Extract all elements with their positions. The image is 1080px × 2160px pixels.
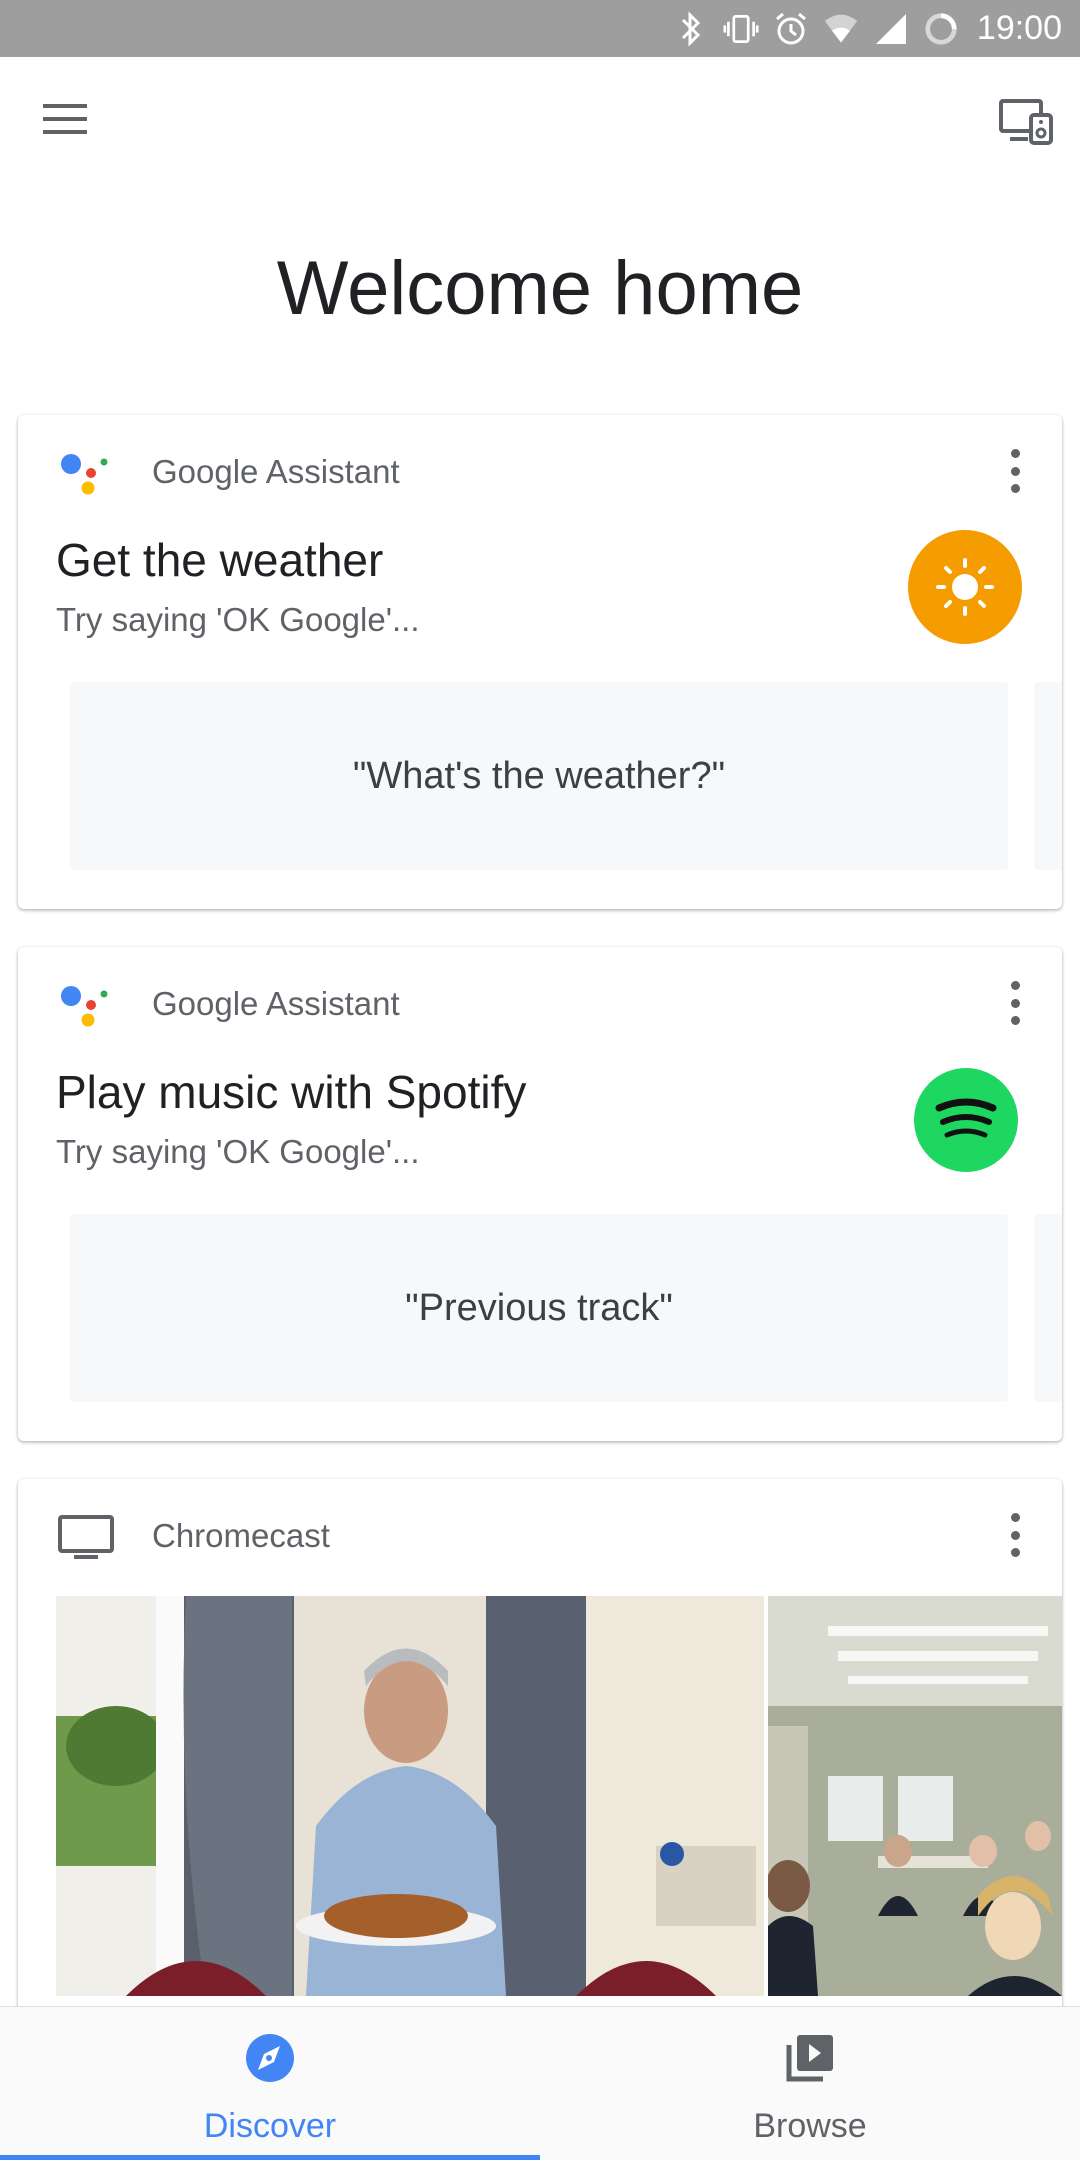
nav-label-browse: Browse [753,2107,867,2145]
card-more-button[interactable] [1008,981,1022,1025]
suggestion-chip[interactable]: "Previous track" [70,1214,1008,1402]
wifi-icon [823,11,859,47]
devices-button[interactable] [998,97,1054,145]
thumbnail-image [768,1596,1062,1996]
content-thumbnail[interactable] [768,1596,1062,1996]
google-assistant-icon [61,986,108,1027]
video-library-icon [786,2035,833,2082]
assistant-card-weather[interactable]: Google Assistant Get the weather Try say… [18,415,1062,909]
more-vert-icon [1010,981,1020,990]
status-bar: 19:00 [0,0,1080,57]
card-more-button[interactable] [1008,1513,1022,1557]
nav-browse[interactable]: Browse [540,2007,1080,2160]
assistant-card-spotify[interactable]: Google Assistant Play music with Spotify… [18,947,1062,1441]
google-assistant-icon [61,454,108,495]
cell-signal-icon [873,11,909,47]
vibrate-icon [723,11,759,47]
weather-badge [908,530,1022,644]
card-more-button[interactable] [1008,449,1022,493]
next-suggestion-chip[interactable] [1034,1214,1062,1402]
card-title: Play music with Spotify [56,1066,527,1118]
sun-icon [936,558,994,616]
card-source-label: Google Assistant [152,985,400,1022]
card-source-label: Google Assistant [152,453,400,490]
hamburger-menu-icon [43,104,87,134]
nav-label-discover: Discover [203,2107,337,2145]
thumbnail-image [56,1596,764,1996]
app-bar [0,57,1080,187]
devices-speaker-icon [999,99,1053,145]
content-thumbnail[interactable] [56,1596,764,1996]
spotify-icon [935,1098,997,1138]
page-title: Welcome home [276,246,804,331]
spotify-badge [914,1068,1018,1172]
card-header: Chromecast [18,1479,1062,1589]
card-header: Google Assistant [18,947,1062,1057]
card-title: Get the weather [56,534,384,586]
status-time: 19:00 [976,9,1062,47]
card-subtitle: Try saying 'OK Google'... [56,1133,420,1170]
card-subtitle: Try saying 'OK Google'... [56,601,420,638]
active-tab-indicator [0,2155,540,2160]
more-vert-icon [1010,1513,1020,1522]
chromecast-card[interactable]: Chromecast [18,1479,1062,2019]
compass-icon [246,2034,294,2082]
bluetooth-icon [673,10,709,47]
suggestion-chip[interactable]: "What's the weather?" [70,682,1008,870]
nav-discover[interactable]: Discover [0,2007,540,2160]
bottom-navigation: Discover Browse [0,2006,1080,2160]
card-source-label: Chromecast [152,1517,330,1554]
more-vert-icon [1010,449,1020,458]
alarm-icon [773,11,809,47]
tv-icon [58,1515,114,1559]
card-header: Google Assistant [18,415,1062,525]
next-suggestion-chip[interactable] [1034,682,1062,870]
menu-button[interactable] [40,99,90,139]
battery-saver-icon [923,11,959,47]
